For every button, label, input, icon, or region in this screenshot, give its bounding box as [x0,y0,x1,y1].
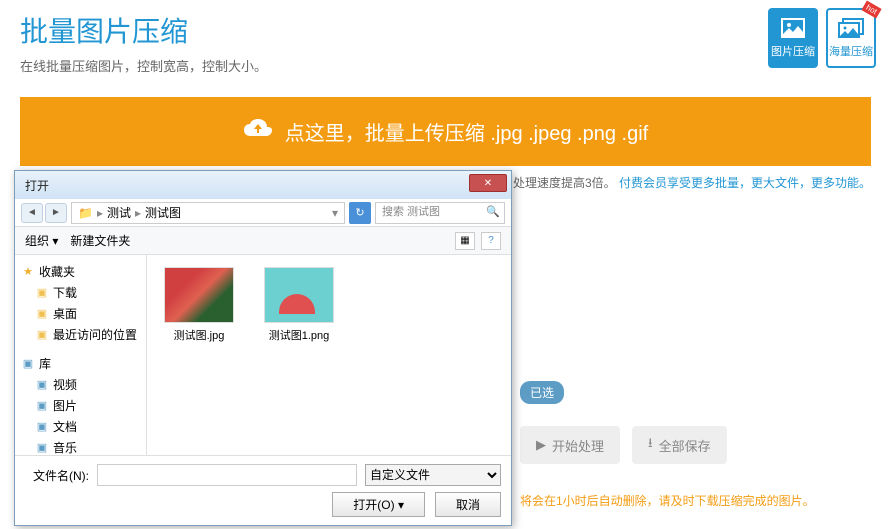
bottom-note: 将会在1小时后自动删除，请及时下载压缩完成的图片。 [520,492,815,509]
document-icon: ▣ [35,420,49,434]
download-folder-icon: ▣ [35,286,49,300]
filename-label: 文件名(N): [25,467,89,484]
file-name-label: 测试图.jpg [159,327,239,343]
folder-icon: 📁 [78,206,93,220]
tree-libraries[interactable]: ▣库 [19,353,142,374]
cloud-upload-icon [243,118,273,146]
play-icon: ▶ [536,437,546,453]
library-icon: ▣ [21,357,35,371]
close-button[interactable] [469,174,507,192]
file-open-dialog: 打开 ◄ ► 📁 ▸ 测试 ▸ 测试图 ▾ ↻ 搜索 测试图 🔍 组织 ▾ 新建… [14,170,512,526]
breadcrumb[interactable]: 📁 ▸ 测试 ▸ 测试图 ▾ [71,202,345,224]
dialog-toolbar: 组织 ▾ 新建文件夹 ▦ ? [15,227,511,255]
search-icon: 🔍 [486,205,500,218]
music-icon: ▣ [35,441,49,455]
organize-menu[interactable]: 组织 ▾ [25,232,58,249]
dialog-nav: ◄ ► 📁 ▸ 测试 ▸ 测试图 ▾ ↻ 搜索 测试图 🔍 [15,199,511,227]
cursor-icon: ↖ [461,451,473,455]
mode-compress-label: 图片压缩 [771,43,815,59]
mode-mass-label: 海量压缩 [829,43,873,59]
info-gray: 处理速度提高3倍。 [513,176,616,190]
image-mass-icon [838,17,864,39]
tree-pictures[interactable]: ▣图片 [19,395,142,416]
file-name-label: 测试图1.png [259,327,339,343]
upload-banner-text: 点这里，批量上传压缩 .jpg .jpeg .png .gif [285,117,648,146]
recent-icon: ▣ [35,328,49,342]
tree-videos[interactable]: ▣视频 [19,374,142,395]
desktop-icon: ▣ [35,307,49,321]
page-header: 批量图片压缩 在线批量压缩图片，控制宽高，控制大小。 [0,0,891,85]
file-item[interactable]: 测试图1.png [259,267,339,343]
tree-favorites[interactable]: ★收藏夹 [19,261,142,282]
image-compress-icon [780,17,806,39]
start-process-button[interactable]: ▶ 开始处理 [520,426,620,464]
start-label: 开始处理 [552,436,604,455]
star-icon: ★ [21,265,35,279]
dialog-title-text: 打开 [25,177,49,194]
new-folder-button[interactable]: 新建文件夹 [70,232,130,249]
download-icon: ⭳ [648,434,653,456]
mode-panel: 图片压缩 hot 海量压缩 [768,8,876,68]
mode-mass-button[interactable]: hot 海量压缩 [826,8,876,68]
open-button[interactable]: 打开(O) ▾ [332,492,425,517]
info-link[interactable]: 付费会员享受更多批量，更大文件，更多功能。 [619,176,871,190]
dialog-footer: 文件名(N): 自定义文件 打开(O) ▾ 取消 [15,455,511,525]
selected-badge: 已选 [520,381,564,404]
breadcrumb-part1[interactable]: 测试 [107,204,131,221]
action-buttons: ▶ 开始处理 ⭳ 全部保存 [520,426,727,464]
breadcrumb-dropdown-icon[interactable]: ▾ [332,206,338,220]
view-mode-button[interactable]: ▦ [455,232,475,250]
upload-banner[interactable]: 点这里，批量上传压缩 .jpg .jpeg .png .gif [20,97,871,166]
filename-input[interactable] [97,464,357,486]
search-placeholder: 搜索 测试图 [382,206,440,218]
file-thumbnail [264,267,334,323]
file-item[interactable]: 测试图.jpg [159,267,239,343]
save-all-button[interactable]: ⭳ 全部保存 [632,426,727,464]
dialog-titlebar[interactable]: 打开 [15,171,511,199]
folder-tree: ★收藏夹 ▣下载 ▣桌面 ▣最近访问的位置 ▣库 ▣视频 ▣图片 ▣文档 ▣音乐… [15,255,147,455]
cancel-button[interactable]: 取消 [435,492,501,517]
mode-compress-button[interactable]: 图片压缩 [768,8,818,68]
video-icon: ▣ [35,378,49,392]
nav-arrows: ◄ ► [21,203,67,223]
nav-back-button[interactable]: ◄ [21,203,43,223]
breadcrumb-part2[interactable]: 测试图 [145,204,181,221]
page-subtitle: 在线批量压缩图片，控制宽高，控制大小。 [20,56,871,75]
dialog-body: ★收藏夹 ▣下载 ▣桌面 ▣最近访问的位置 ▣库 ▣视频 ▣图片 ▣文档 ▣音乐… [15,255,511,455]
filetype-select[interactable]: 自定义文件 [365,464,501,486]
picture-icon: ▣ [35,399,49,413]
save-all-label: 全部保存 [659,436,711,455]
file-thumbnail [164,267,234,323]
tree-documents[interactable]: ▣文档 [19,416,142,437]
refresh-button[interactable]: ↻ [349,202,371,224]
tree-recent[interactable]: ▣最近访问的位置 [19,324,142,345]
tree-music[interactable]: ▣音乐 [19,437,142,455]
tree-desktop[interactable]: ▣桌面 [19,303,142,324]
tree-downloads[interactable]: ▣下载 [19,282,142,303]
nav-forward-button[interactable]: ► [45,203,67,223]
page-title: 批量图片压缩 [20,10,871,50]
help-button[interactable]: ? [481,232,501,250]
search-input[interactable]: 搜索 测试图 🔍 [375,202,505,224]
file-list: 测试图.jpg 测试图1.png ↖ [147,255,511,455]
